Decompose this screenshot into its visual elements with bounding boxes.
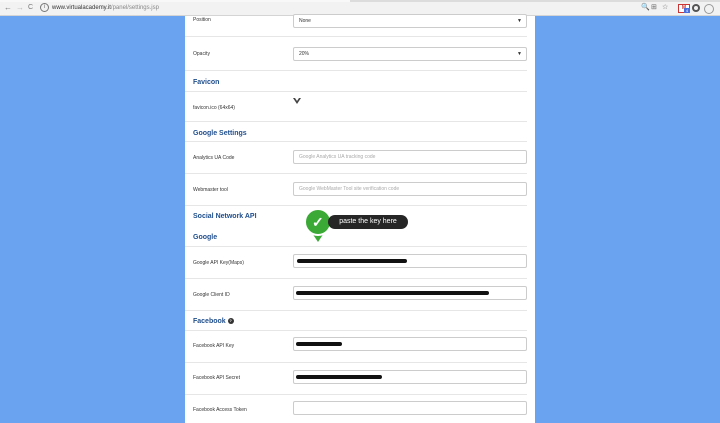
webmaster-row: Webmaster tool Google WebMaster Tool sit… bbox=[185, 173, 527, 206]
chevron-down-icon: ▼ bbox=[517, 18, 522, 24]
favicon-preview-icon bbox=[293, 98, 301, 104]
ua-code-input[interactable]: Google Analytics UA tracking code bbox=[293, 150, 527, 164]
favicon-section-title: Favicon bbox=[193, 79, 220, 86]
url-host: www.virtualacademy.it bbox=[52, 5, 111, 12]
paste-key-callout: ✓ paste the key here bbox=[304, 208, 414, 248]
position-value: None bbox=[299, 18, 311, 24]
webmaster-input[interactable]: Google WebMaster Tool site verification … bbox=[293, 182, 527, 196]
opacity-select[interactable]: 20% ▼ bbox=[293, 47, 527, 61]
position-label: Position bbox=[193, 17, 211, 23]
google-client-id-row: Google Client ID bbox=[185, 278, 527, 311]
fb-api-secret-label: Facebook API Secret bbox=[193, 375, 240, 381]
redacted-value bbox=[296, 375, 382, 379]
chevron-down-icon: ▼ bbox=[517, 51, 522, 57]
callout-text: paste the key here bbox=[328, 215, 408, 229]
reload-icon[interactable]: C bbox=[28, 3, 33, 13]
redacted-value bbox=[296, 291, 489, 295]
back-icon[interactable]: ← bbox=[4, 3, 12, 13]
position-row: Position None ▼ bbox=[185, 14, 527, 37]
page-info-icon[interactable]: i bbox=[40, 3, 49, 12]
google-section-title: Google bbox=[193, 234, 218, 241]
forward-icon[interactable]: → bbox=[16, 3, 24, 13]
ua-code-row: Analytics UA Code Google Analytics UA tr… bbox=[185, 141, 527, 174]
favicon-row: favicon.ico (64x64) bbox=[185, 91, 527, 122]
check-icon: ✓ bbox=[312, 214, 324, 230]
fb-access-token-input[interactable] bbox=[293, 401, 527, 415]
redacted-value bbox=[296, 342, 342, 346]
ua-code-label: Analytics UA Code bbox=[193, 155, 235, 161]
favicon-label: favicon.ico (64x64) bbox=[193, 105, 235, 111]
redacted-value bbox=[297, 259, 407, 263]
translate-icon[interactable]: ⊞ bbox=[651, 3, 657, 13]
opacity-label: Opacity bbox=[193, 51, 210, 57]
browser-menu-icon[interactable] bbox=[704, 4, 714, 14]
webmaster-label: Webmaster tool bbox=[193, 187, 228, 193]
position-select[interactable]: None ▼ bbox=[293, 14, 527, 28]
fb-api-key-label: Facebook API Key bbox=[193, 343, 235, 349]
fb-api-key-row: Facebook API Key bbox=[185, 330, 527, 363]
opacity-value: 20% bbox=[299, 51, 310, 57]
opacity-row: Opacity 20% ▼ bbox=[185, 36, 527, 71]
google-api-key-label: Google API Key(Maps) bbox=[193, 260, 244, 266]
mail-count-badge: 4 bbox=[684, 8, 690, 13]
google-settings-title: Google Settings bbox=[193, 130, 247, 137]
google-api-key-row: Google API Key(Maps) bbox=[185, 246, 527, 279]
facebook-section-title: Facebook ? bbox=[193, 318, 234, 325]
google-client-id-label: Google Client ID bbox=[193, 292, 230, 298]
fb-api-secret-row: Facebook API Secret bbox=[185, 362, 527, 395]
facebook-heading-row: Facebook ? bbox=[185, 310, 527, 331]
social-network-title: Social Network API bbox=[193, 213, 257, 220]
zoom-icon[interactable]: 🔍 bbox=[641, 3, 650, 13]
google-settings-heading-row: Google Settings bbox=[185, 121, 527, 142]
facebook-title-text: Facebook bbox=[193, 318, 226, 325]
bookmark-star-icon[interactable]: ☆ bbox=[662, 3, 668, 13]
favicon-heading-row: Favicon bbox=[185, 70, 527, 92]
help-icon[interactable]: ? bbox=[227, 318, 234, 325]
address-bar[interactable]: i www.virtualacademy.it/panel/settings.js… bbox=[40, 3, 660, 13]
url-path: /panel/settings.jsp bbox=[110, 5, 159, 12]
fb-access-token-label: Facebook Access Token bbox=[193, 407, 247, 413]
active-tab-edge bbox=[0, 0, 350, 2]
opera-extension-icon[interactable] bbox=[692, 4, 700, 12]
fb-access-token-row: Facebook Access Token bbox=[185, 394, 527, 423]
